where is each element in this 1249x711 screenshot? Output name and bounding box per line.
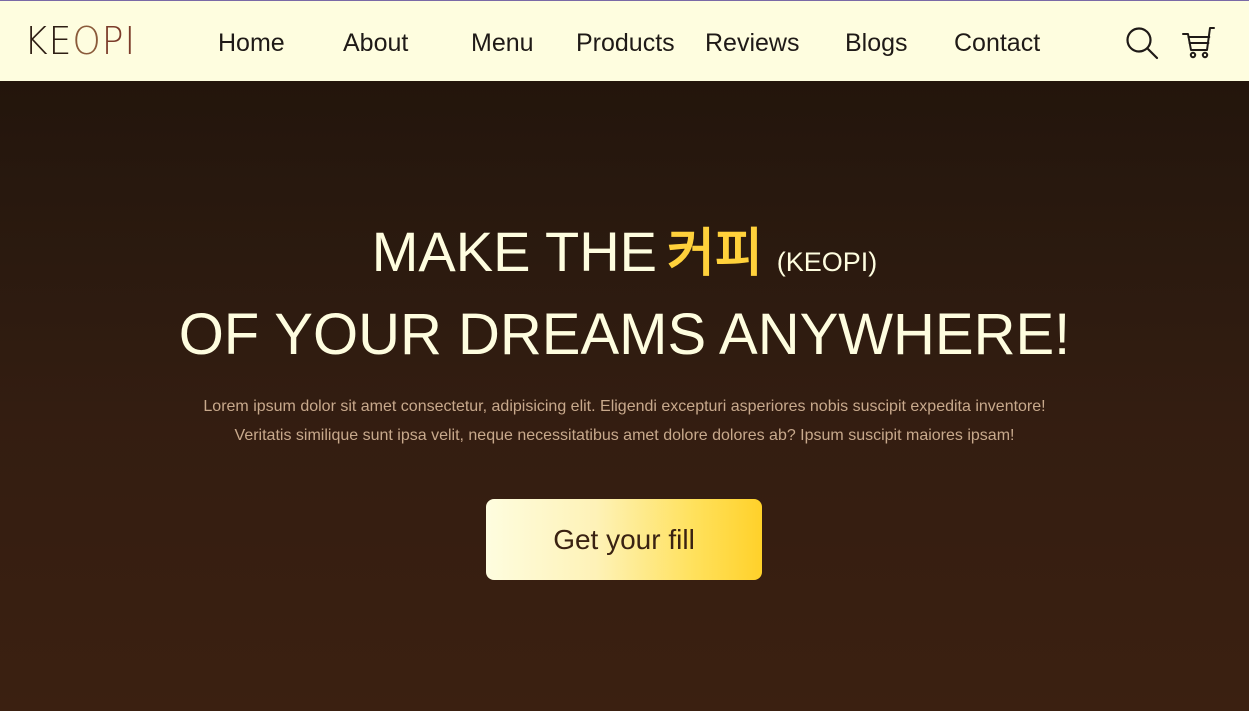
logo-part-ke: KE [24, 19, 73, 63]
get-your-fill-button[interactable]: Get your fill [486, 499, 762, 580]
cart-icon[interactable] [1180, 24, 1216, 60]
logo-part-pi: PI [101, 19, 137, 63]
nav-products[interactable]: Products [576, 26, 675, 60]
nav-menu[interactable]: Menu [471, 26, 534, 60]
hero-section [0, 81, 1249, 711]
nav-about[interactable]: About [343, 26, 408, 60]
hero-heading-romanized: (KEOPI) [776, 247, 878, 277]
hero-heading-prefix: MAKE THE [371, 220, 658, 283]
hero-heading-korean: 커피 [667, 224, 763, 284]
hero-heading-line1: MAKE THE 커피 (KEOPI) [0, 221, 1249, 293]
hero-paragraph-line2: Veritatis similique sunt ipsa velit, neq… [234, 427, 1015, 444]
nav-home[interactable]: Home [218, 26, 285, 60]
nav-contact[interactable]: Contact [954, 26, 1040, 60]
site-header: KEOPI Home About Menu Products Reviews B… [0, 1, 1249, 81]
hero-heading-line2: OF YOUR DREAMS ANYWHERE! [178, 302, 1071, 367]
nav-reviews[interactable]: Reviews [705, 26, 799, 60]
cta-label: Get your fill [553, 524, 695, 555]
brand-logo[interactable]: KEOPI [24, 19, 136, 63]
logo-part-o: O [72, 19, 102, 63]
hero-paragraph-line1: Lorem ipsum dolor sit amet consectetur, … [203, 398, 1046, 415]
nav-blogs[interactable]: Blogs [845, 26, 908, 60]
search-icon[interactable] [1124, 25, 1160, 61]
